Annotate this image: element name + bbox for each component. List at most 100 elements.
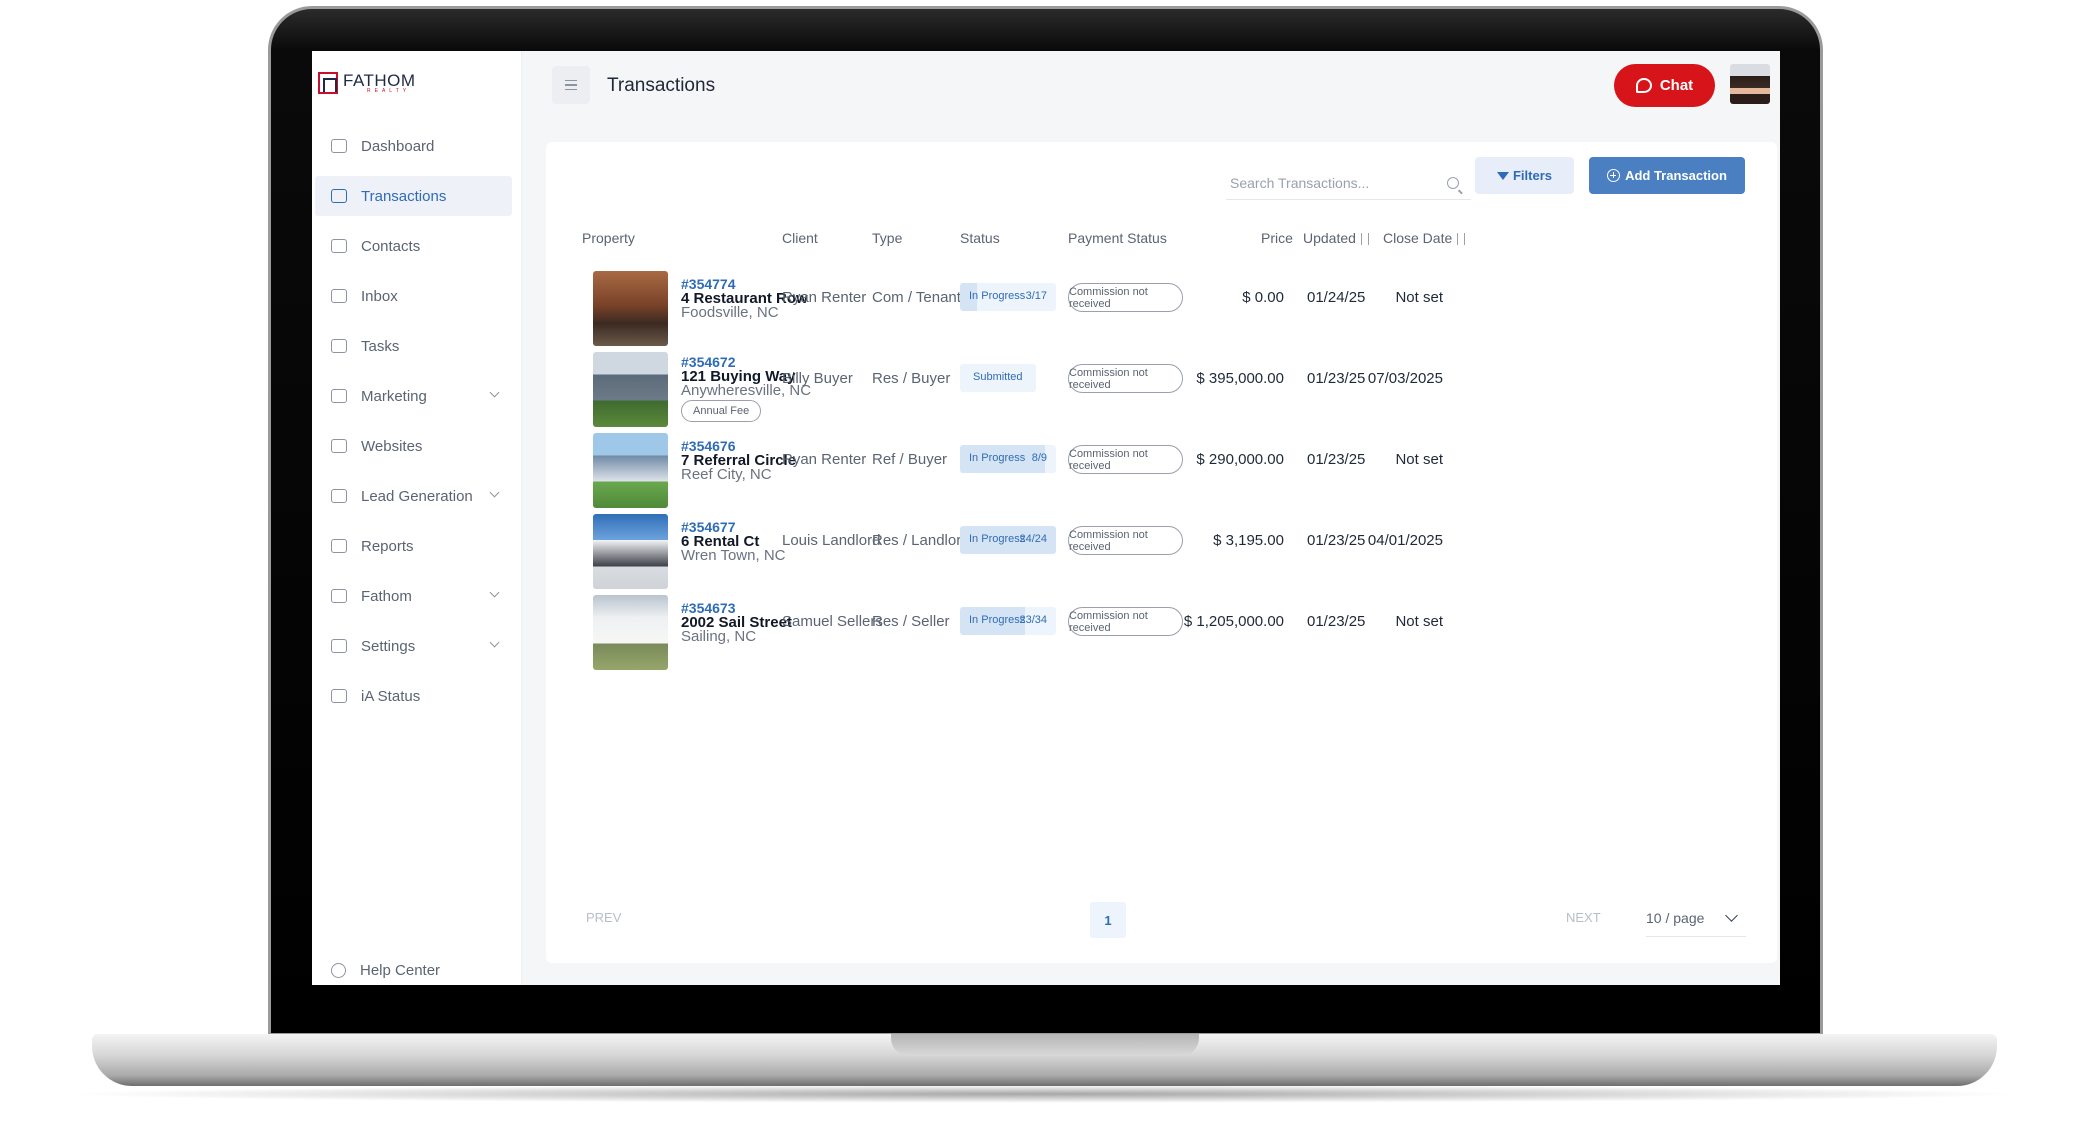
col-status[interactable]: Status — [960, 230, 1000, 246]
fathom-logo-icon — [318, 72, 338, 94]
status-label: In Progress — [969, 614, 1026, 626]
search-field[interactable]: Search Transactions... — [1226, 166, 1471, 200]
topbar: Transactions Chat — [522, 51, 1780, 141]
transactions-card: Search Transactions... Filters Add Trans… — [546, 142, 1777, 963]
transaction-type: Ref / Buyer — [872, 451, 948, 468]
sidebar-item-fathom[interactable]: Fathom — [315, 576, 512, 616]
property-city: Wren Town, NC — [681, 547, 786, 564]
sidebar: FATHOM REALTY Dashboard Transactions Conta… — [312, 51, 522, 985]
next-page-button[interactable]: NEXT — [1566, 910, 1601, 925]
property-city: Foodsville, NC — [681, 304, 779, 321]
close-date: Not set — [1395, 289, 1443, 306]
sidebar-item-inbox[interactable]: Inbox — [315, 276, 512, 316]
funnel-icon — [331, 489, 347, 503]
sidebar-item-marketing[interactable]: Marketing — [315, 376, 512, 416]
status-count: 23/34 — [1019, 614, 1047, 626]
updated-date: 01/23/25 — [1307, 451, 1366, 468]
sidebar-item-contacts[interactable]: Contacts — [315, 226, 512, 266]
briefcase-icon — [331, 189, 347, 203]
price-value: $ 290,000.00 — [1196, 451, 1284, 468]
status-progress: In Progress 3/17 — [960, 283, 1056, 311]
col-price[interactable]: Price — [1261, 230, 1293, 246]
search-input[interactable]: Search Transactions... — [1226, 175, 1369, 191]
property-photo[interactable] — [593, 433, 668, 508]
help-center-link[interactable]: Help Center — [331, 962, 440, 979]
sidebar-item-transactions[interactable]: Transactions — [315, 176, 512, 216]
megaphone-icon — [331, 389, 347, 403]
fathom-icon — [331, 589, 347, 603]
chat-button[interactable]: Chat — [1614, 64, 1715, 107]
client-name: Billy Buyer — [782, 370, 853, 387]
sidebar-item-label: Settings — [361, 637, 416, 655]
sidebar-item-websites[interactable]: Websites — [315, 426, 512, 466]
main-content: Transactions Chat Search Transactions...… — [522, 51, 1780, 985]
tasks-icon — [331, 339, 347, 353]
page-title: Transactions — [607, 75, 716, 96]
col-payment-status[interactable]: Payment Status — [1068, 230, 1167, 246]
status-label: In Progress — [969, 533, 1026, 545]
sidebar-item-label: Websites — [361, 437, 423, 455]
page-size-select[interactable]: 10 / page — [1646, 905, 1746, 937]
sidebar-item-label: Contacts — [361, 237, 421, 255]
chevron-down-icon[interactable] — [489, 387, 500, 398]
col-property[interactable]: Property — [582, 230, 635, 246]
chevron-down-icon[interactable] — [489, 587, 500, 598]
chevron-down-icon[interactable] — [489, 637, 500, 648]
client-name: Louis Landlord — [782, 532, 881, 549]
property-photo[interactable] — [593, 352, 668, 427]
prev-page-button[interactable]: PREV — [586, 910, 621, 925]
search-icon[interactable] — [1447, 177, 1459, 189]
help-center-label: Help Center — [360, 962, 441, 979]
col-type[interactable]: Type — [872, 230, 902, 246]
sidebar-item-ia-status[interactable]: iA Status — [315, 676, 512, 716]
sidebar-nav: Dashboard Transactions Contacts Inbox Tasks M… — [315, 126, 512, 726]
sidebar-item-label: Fathom — [361, 587, 412, 605]
property-photo[interactable] — [593, 595, 668, 670]
sidebar-item-label: Transactions — [361, 187, 447, 205]
close-date: 07/03/2025 — [1367, 370, 1443, 387]
user-avatar[interactable] — [1730, 64, 1770, 104]
sidebar-item-label: Tasks — [361, 337, 400, 355]
sidebar-item-dashboard[interactable]: Dashboard — [315, 126, 512, 166]
sort-icon[interactable] — [1360, 233, 1369, 246]
sort-icon[interactable] — [1457, 233, 1466, 246]
chevron-down-icon[interactable] — [489, 487, 500, 498]
sidebar-item-reports[interactable]: Reports — [315, 526, 512, 566]
table-row[interactable]: #354673 2002 Sail Street Sailing, NC Samuel… — [546, 581, 1777, 688]
laptop-shadow — [60, 1085, 2030, 1103]
status-count: 3/17 — [1025, 290, 1047, 302]
property-photo[interactable] — [593, 271, 668, 346]
page-number-button[interactable]: 1 — [1090, 902, 1126, 938]
client-name: Samuel Sellers — [782, 613, 883, 630]
transaction-type: Com / Tenant — [872, 289, 961, 306]
sidebar-item-settings[interactable]: Settings — [315, 626, 512, 666]
col-close-date-label: Close Date — [1383, 230, 1453, 246]
status-label: In Progress — [969, 452, 1026, 464]
col-close-date[interactable]: Close Date — [1383, 230, 1466, 246]
logo-wordmark: FATHOM — [343, 71, 416, 90]
filter-icon — [1496, 171, 1509, 180]
logo-subtitle: REALTY — [367, 88, 411, 94]
transaction-type: Res / Buyer — [872, 370, 951, 387]
col-updated[interactable]: Updated — [1303, 230, 1369, 246]
col-client[interactable]: Client — [782, 230, 818, 246]
property-photo[interactable] — [593, 514, 668, 589]
help-icon — [331, 963, 346, 978]
transaction-type: Res / Seller — [872, 613, 950, 630]
menu-toggle-button[interactable] — [552, 66, 590, 104]
sidebar-item-lead-generation[interactable]: Lead Generation — [315, 476, 512, 516]
status-progress: In Progress 23/34 — [960, 607, 1056, 635]
filters-button[interactable]: Filters — [1475, 157, 1574, 194]
transaction-type: Res / Landlord — [872, 532, 970, 549]
price-value: $ 3,195.00 — [1213, 532, 1284, 549]
client-name: Ryan Renter — [782, 451, 867, 468]
sidebar-item-tasks[interactable]: Tasks — [315, 326, 512, 366]
dashboard-icon — [331, 139, 347, 153]
fathom-logo[interactable]: FATHOM REALTY — [318, 72, 416, 94]
payment-status-badge: Commission not received — [1068, 526, 1183, 555]
chat-bubble-icon — [1635, 78, 1652, 93]
sidebar-item-label: iA Status — [361, 687, 421, 705]
status-progress: In Progress 24/24 — [960, 526, 1056, 554]
updated-date: 01/23/25 — [1307, 613, 1366, 630]
add-transaction-button[interactable]: Add Transaction — [1589, 157, 1745, 194]
